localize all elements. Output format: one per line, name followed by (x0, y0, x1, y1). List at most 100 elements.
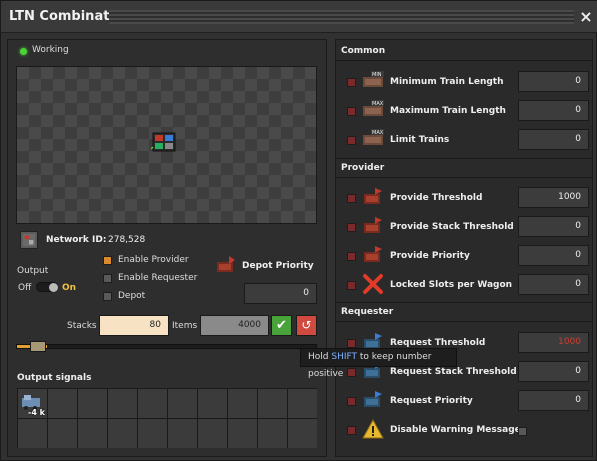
signal-slot[interactable] (228, 389, 257, 418)
signal-slot[interactable] (258, 419, 287, 448)
tooltip-key: SHIFT (331, 352, 358, 362)
provide-priority-checkbox[interactable] (347, 252, 356, 261)
request-priority-checkbox[interactable] (347, 397, 356, 406)
request-stack-threshold-input[interactable]: 0 (518, 361, 589, 382)
max-train-length-checkbox[interactable] (347, 107, 356, 116)
provide-priority-label: Provide Priority (390, 251, 470, 261)
network-id-value: 278,528 (108, 235, 146, 245)
signal-slot[interactable] (168, 389, 197, 418)
depot-checkbox[interactable] (103, 292, 112, 301)
depot-priority-input[interactable]: 0 (244, 283, 317, 304)
stacks-input[interactable]: 80 (99, 315, 169, 336)
output-signals-grid: -4 k (17, 388, 317, 448)
disable-warnings-row-checkbox[interactable] (347, 426, 356, 435)
enable-provider-checkbox[interactable] (103, 256, 112, 265)
warning-icon (362, 418, 384, 439)
provide-stack-threshold-label: Provide Stack Threshold (390, 222, 514, 232)
provide-stack-threshold-input[interactable]: 0 (518, 216, 589, 237)
section-divider (336, 177, 592, 178)
max-badge: MAX (372, 101, 384, 107)
signal-slot[interactable]: -4 k (18, 389, 47, 418)
limit-badge: MAX (372, 130, 384, 136)
stacks-slider[interactable] (16, 344, 317, 349)
signal-slot[interactable] (258, 389, 287, 418)
section-divider (336, 60, 592, 61)
output-on-label: On (62, 283, 77, 293)
min-train-length-checkbox[interactable] (347, 78, 356, 87)
output-label: Output (17, 266, 49, 276)
disable-warnings-label: Disable Warning Messages (390, 425, 527, 435)
request-threshold-input[interactable]: 1000 (518, 332, 589, 353)
signal-slot[interactable] (138, 389, 167, 418)
provide-threshold-input[interactable]: 1000 (518, 187, 589, 208)
provide-threshold-checkbox[interactable] (347, 194, 356, 203)
max-train-length-label: Maximum Train Length (390, 106, 506, 116)
request-threshold-checkbox[interactable] (347, 339, 356, 348)
section-divider (336, 321, 592, 322)
provide-stack-threshold-icon (364, 217, 382, 233)
min-train-length-input[interactable]: 0 (518, 71, 589, 92)
drag-handle[interactable] (109, 10, 574, 24)
confirm-check-icon[interactable]: ✔ (271, 315, 292, 336)
enable-requester-checkbox[interactable] (103, 274, 112, 283)
items-label: Items (172, 321, 198, 331)
requester-section-label: Requester (341, 307, 394, 317)
signal-slot[interactable] (78, 389, 107, 418)
signal-slot[interactable] (288, 419, 317, 448)
output-toggle[interactable] (36, 282, 58, 292)
signal-slot[interactable] (48, 419, 77, 448)
signal-count: -4 k (28, 408, 45, 417)
network-id-label: Network ID: (46, 235, 107, 245)
locked-slots-checkbox[interactable] (347, 281, 356, 290)
tooltip-prefix: Hold (308, 352, 332, 362)
toggle-knob (49, 283, 58, 292)
close-icon[interactable]: × (578, 9, 594, 25)
max-train-length-input[interactable]: 0 (518, 100, 589, 121)
provide-priority-input[interactable]: 0 (518, 245, 589, 266)
signal-slot[interactable] (168, 419, 197, 448)
request-priority-icon (364, 391, 382, 407)
signal-slot[interactable] (198, 389, 227, 418)
limit-trains-checkbox[interactable] (347, 136, 356, 145)
signal-slot[interactable] (288, 389, 317, 418)
min-train-length-icon: MIN (363, 71, 384, 87)
section-divider (336, 158, 592, 159)
output-signals-label: Output signals (17, 373, 92, 383)
disable-warnings-checkbox[interactable] (518, 427, 527, 436)
stacks-label: Stacks (67, 321, 97, 331)
window-title: LTN Combinator (9, 9, 125, 24)
max-train-length-icon: MAX (363, 100, 384, 116)
signal-slot[interactable] (138, 419, 167, 448)
depot-priority-icon (217, 256, 235, 272)
signal-slot[interactable] (228, 419, 257, 448)
provide-stack-threshold-checkbox[interactable] (347, 223, 356, 232)
signal-slot[interactable] (108, 389, 137, 418)
request-stack-threshold-label: Request Stack Threshold (390, 367, 517, 377)
signal-slot[interactable] (108, 419, 137, 448)
entity-preview (16, 66, 317, 224)
status-indicator-icon (20, 48, 27, 55)
shift-tooltip: Hold SHIFT to keep number positive (300, 348, 457, 379)
signal-slot[interactable] (48, 389, 77, 418)
locked-slots-input[interactable]: 0 (518, 274, 589, 295)
ltn-combinator-window: LTN Combinator × Working Network ID: 278… (0, 0, 597, 461)
request-stack-threshold-checkbox[interactable] (347, 368, 356, 377)
request-priority-input[interactable]: 0 (518, 390, 589, 411)
network-id-icon[interactable] (20, 231, 38, 249)
signal-slot[interactable] (198, 419, 227, 448)
limit-trains-label: Limit Trains (390, 135, 450, 145)
locked-slots-x-icon (363, 274, 383, 294)
reset-icon[interactable]: ↺ (296, 315, 317, 336)
slider-thumb[interactable] (30, 341, 46, 352)
signal-slot[interactable] (18, 419, 47, 448)
depot-priority-label: Depot Priority (242, 261, 314, 271)
title-bar[interactable]: LTN Combinator × (1, 1, 597, 33)
signal-slot[interactable] (78, 419, 107, 448)
limit-trains-icon: MAX (363, 129, 384, 145)
enable-provider-label: Enable Provider (118, 255, 189, 265)
common-section-label: Common (341, 46, 386, 56)
provide-threshold-label: Provide Threshold (390, 193, 483, 203)
items-input[interactable]: 4000 (200, 315, 269, 336)
left-panel: Working Network ID: 278,528 Output Off O… (7, 39, 327, 457)
limit-trains-input[interactable]: 0 (518, 129, 589, 150)
